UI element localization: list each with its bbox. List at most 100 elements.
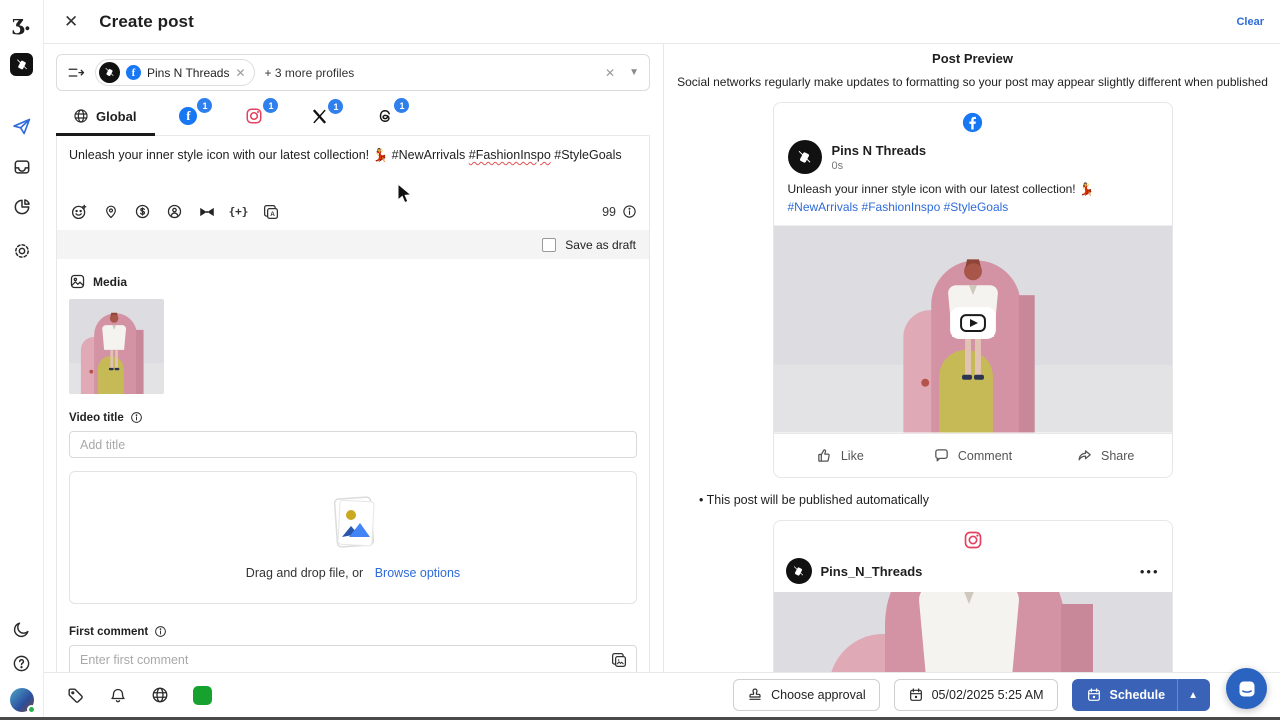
facebook-action-bar: Like Comment Share [774,433,1172,477]
tag-icon[interactable] [66,686,85,705]
hashtag-link[interactable]: #NewArrivals [788,200,859,214]
alt-text-icon[interactable]: A [261,202,280,221]
clear-profiles-icon[interactable]: ✕ [605,66,615,80]
like-button[interactable]: Like [774,434,907,477]
share-button[interactable]: Share [1039,434,1172,477]
remove-profile-icon[interactable]: ✕ [235,66,245,80]
compose-column: f Pins N Threads ✕ + 3 more profiles ✕ ▼… [44,44,664,672]
dark-mode-moon-icon[interactable] [12,620,31,639]
insert-variable-icon[interactable]: {+} [229,202,248,221]
tab-global[interactable]: Global [56,108,155,136]
facebook-text: Unleash your inner style icon with our l… [788,182,1094,196]
bell-icon[interactable] [109,686,127,705]
add-media-icon[interactable] [610,651,628,669]
facebook-post-time: 0s [832,160,927,172]
choose-approval-label: Choose approval [771,688,866,702]
post-text-end: #StyleGoals [551,148,622,162]
analytics-pie-icon[interactable] [12,197,32,217]
schedule-datetime-label: 05/02/2025 5:25 AM [932,688,1044,702]
location-pin-icon[interactable] [101,202,120,221]
network-tabs: Global 1 f 1 1 1 [56,105,650,136]
header: ✕ Create post Clear [44,0,1280,44]
chevron-down-icon[interactable]: ▼ [629,67,639,78]
file-dropzone[interactable]: Drag and drop file, or Browse options [69,471,637,604]
instagram-preview-card: Pins_N_Threads ••• [773,520,1173,672]
post-text-misspelled: #FashionInspo [469,148,551,162]
info-icon[interactable] [622,204,637,219]
media-section: Media Video title [57,259,649,672]
profile-chip[interactable]: f Pins N Threads ✕ [95,59,255,86]
facebook-icon [774,103,1172,133]
tab-global-label: Global [96,109,136,124]
instagram-icon [774,521,1172,550]
globe-icon[interactable] [151,686,169,704]
help-question-icon[interactable] [12,654,31,673]
upload-illustration [322,495,384,553]
threads-tab-badge: 1 [394,98,409,113]
tab-threads[interactable]: 1 [352,107,418,135]
choose-approval-button[interactable]: Choose approval [733,679,880,711]
post-text-input[interactable]: Unleash your inner style icon with our l… [57,136,649,196]
profile-chip-label: Pins N Threads [147,66,229,80]
inbox-tray-icon[interactable] [12,157,32,177]
mention-icon[interactable] [165,202,184,221]
instagram-video-thumbnail[interactable] [774,592,1172,672]
hashtag-recommendation-icon[interactable] [197,202,216,221]
more-profiles-label[interactable]: + 3 more profiles [265,66,355,80]
product-tag-dollar-icon[interactable] [133,202,152,221]
save-as-draft-checkbox[interactable] [542,238,556,252]
schedule-label: Schedule [1110,688,1166,702]
video-title-input[interactable] [69,431,637,458]
hashtag-link[interactable]: #FashionInspo [862,200,941,214]
browse-options-link[interactable]: Browse options [375,566,460,580]
preview-title: Post Preview [665,51,1280,66]
dropzone-text: Drag and drop file, or [246,566,363,580]
emoji-icon[interactable] [69,202,88,221]
like-label: Like [841,449,864,463]
char-count: 99 [602,205,616,219]
info-icon[interactable] [154,625,167,638]
compose-form: Unleash your inner style icon with our l… [56,136,650,672]
first-comment-label: First comment [69,626,148,638]
facebook-post-text: Unleash your inner style icon with our l… [774,174,1172,225]
profile-selector[interactable]: f Pins N Threads ✕ + 3 more profiles ✕ ▼ [56,54,650,91]
schedule-button[interactable]: Schedule ▲ [1072,679,1210,711]
x-icon [311,108,328,125]
media-thumbnail[interactable] [69,299,164,394]
profile-avatar [99,62,120,83]
publish-paper-plane-icon[interactable] [11,116,32,137]
svg-text:A: A [270,211,275,218]
publish-note: • This post will be published automatica… [699,493,1280,507]
settings-gear-icon[interactable] [12,241,32,261]
instagram-icon [245,107,263,125]
chat-widget-button[interactable] [1226,668,1267,709]
save-as-draft-label[interactable]: Save as draft [565,238,636,252]
facebook-tab-badge: 1 [197,98,212,113]
close-icon[interactable]: ✕ [64,12,78,32]
green-color-label[interactable] [193,686,212,705]
workspace-avatar[interactable] [10,53,33,76]
more-options-icon[interactable]: ••• [1140,564,1160,579]
avatar [786,558,812,584]
clear-button[interactable]: Clear [1236,16,1264,28]
tab-x[interactable]: 1 [287,108,352,135]
info-icon[interactable] [130,411,143,424]
comment-label: Comment [958,449,1012,463]
hashtag-link[interactable]: #StyleGoals [944,200,1009,214]
instagram-tab-badge: 1 [263,98,278,113]
facebook-preview-card: Pins N Threads 0s Unleash your inner sty… [773,102,1173,478]
tab-instagram[interactable]: 1 [221,107,287,135]
first-comment-input[interactable] [80,653,610,667]
schedule-datetime-button[interactable]: 05/02/2025 5:25 AM [894,679,1058,711]
schedule-options-chevron-icon[interactable]: ▲ [1177,679,1210,711]
avatar [788,140,822,174]
globe-icon [73,108,89,124]
bottom-bar: Choose approval 05/02/2025 5:25 AM Sched… [44,672,1280,717]
comment-button[interactable]: Comment [906,434,1039,477]
user-avatar[interactable] [10,688,34,712]
tab-facebook[interactable]: 1 f [155,107,221,135]
video-title-label: Video title [69,412,124,424]
crowdfire-logo[interactable]: ʒ. [12,12,31,33]
preview-disclaimer: Social networks regularly make updates t… [665,75,1280,89]
facebook-video-thumbnail[interactable] [774,225,1172,433]
